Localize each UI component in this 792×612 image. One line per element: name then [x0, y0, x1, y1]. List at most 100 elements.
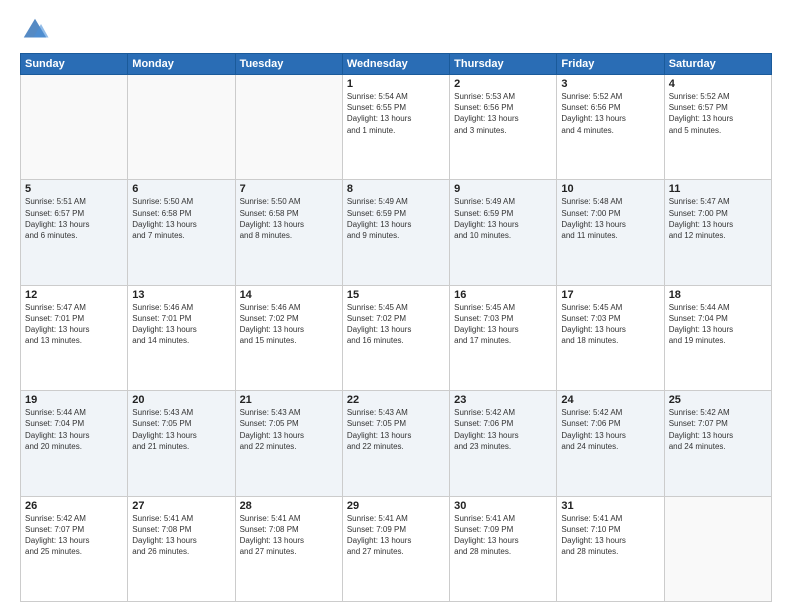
calendar-cell: 1Sunrise: 5:54 AM Sunset: 6:55 PM Daylig… [342, 75, 449, 180]
calendar-cell: 13Sunrise: 5:46 AM Sunset: 7:01 PM Dayli… [128, 285, 235, 390]
day-info: Sunrise: 5:52 AM Sunset: 6:57 PM Dayligh… [669, 91, 767, 136]
day-info: Sunrise: 5:47 AM Sunset: 7:01 PM Dayligh… [25, 302, 123, 347]
calendar-week-3: 12Sunrise: 5:47 AM Sunset: 7:01 PM Dayli… [21, 285, 772, 390]
logo-icon [20, 15, 50, 45]
calendar-cell: 23Sunrise: 5:42 AM Sunset: 7:06 PM Dayli… [450, 391, 557, 496]
day-number: 12 [25, 289, 123, 301]
day-number: 16 [454, 289, 552, 301]
day-info: Sunrise: 5:43 AM Sunset: 7:05 PM Dayligh… [347, 407, 445, 452]
calendar-week-2: 5Sunrise: 5:51 AM Sunset: 6:57 PM Daylig… [21, 180, 772, 285]
day-number: 27 [132, 500, 230, 512]
day-number: 11 [669, 183, 767, 195]
day-number: 29 [347, 500, 445, 512]
calendar-cell: 28Sunrise: 5:41 AM Sunset: 7:08 PM Dayli… [235, 496, 342, 601]
calendar-cell: 30Sunrise: 5:41 AM Sunset: 7:09 PM Dayli… [450, 496, 557, 601]
day-info: Sunrise: 5:45 AM Sunset: 7:03 PM Dayligh… [561, 302, 659, 347]
day-info: Sunrise: 5:45 AM Sunset: 7:02 PM Dayligh… [347, 302, 445, 347]
calendar-cell: 11Sunrise: 5:47 AM Sunset: 7:00 PM Dayli… [664, 180, 771, 285]
calendar-cell: 2Sunrise: 5:53 AM Sunset: 6:56 PM Daylig… [450, 75, 557, 180]
day-number: 20 [132, 394, 230, 406]
header [20, 15, 772, 45]
day-number: 1 [347, 78, 445, 90]
day-number: 3 [561, 78, 659, 90]
calendar-header-row: SundayMondayTuesdayWednesdayThursdayFrid… [21, 54, 772, 75]
day-info: Sunrise: 5:46 AM Sunset: 7:02 PM Dayligh… [240, 302, 338, 347]
calendar-week-5: 26Sunrise: 5:42 AM Sunset: 7:07 PM Dayli… [21, 496, 772, 601]
day-number: 30 [454, 500, 552, 512]
calendar-cell: 25Sunrise: 5:42 AM Sunset: 7:07 PM Dayli… [664, 391, 771, 496]
calendar-cell: 24Sunrise: 5:42 AM Sunset: 7:06 PM Dayli… [557, 391, 664, 496]
day-info: Sunrise: 5:41 AM Sunset: 7:10 PM Dayligh… [561, 513, 659, 558]
calendar-cell: 16Sunrise: 5:45 AM Sunset: 7:03 PM Dayli… [450, 285, 557, 390]
day-header-sunday: Sunday [21, 54, 128, 75]
calendar-cell: 18Sunrise: 5:44 AM Sunset: 7:04 PM Dayli… [664, 285, 771, 390]
day-header-monday: Monday [128, 54, 235, 75]
calendar-cell: 14Sunrise: 5:46 AM Sunset: 7:02 PM Dayli… [235, 285, 342, 390]
day-info: Sunrise: 5:42 AM Sunset: 7:06 PM Dayligh… [454, 407, 552, 452]
calendar-cell: 7Sunrise: 5:50 AM Sunset: 6:58 PM Daylig… [235, 180, 342, 285]
calendar-cell [235, 75, 342, 180]
day-number: 21 [240, 394, 338, 406]
calendar-cell [21, 75, 128, 180]
day-info: Sunrise: 5:41 AM Sunset: 7:09 PM Dayligh… [347, 513, 445, 558]
day-info: Sunrise: 5:50 AM Sunset: 6:58 PM Dayligh… [132, 196, 230, 241]
day-info: Sunrise: 5:42 AM Sunset: 7:07 PM Dayligh… [669, 407, 767, 452]
day-header-saturday: Saturday [664, 54, 771, 75]
calendar-week-1: 1Sunrise: 5:54 AM Sunset: 6:55 PM Daylig… [21, 75, 772, 180]
day-header-tuesday: Tuesday [235, 54, 342, 75]
day-number: 7 [240, 183, 338, 195]
day-info: Sunrise: 5:54 AM Sunset: 6:55 PM Dayligh… [347, 91, 445, 136]
day-info: Sunrise: 5:41 AM Sunset: 7:08 PM Dayligh… [240, 513, 338, 558]
day-info: Sunrise: 5:41 AM Sunset: 7:08 PM Dayligh… [132, 513, 230, 558]
day-number: 25 [669, 394, 767, 406]
day-info: Sunrise: 5:42 AM Sunset: 7:07 PM Dayligh… [25, 513, 123, 558]
calendar-cell: 19Sunrise: 5:44 AM Sunset: 7:04 PM Dayli… [21, 391, 128, 496]
day-number: 4 [669, 78, 767, 90]
day-number: 28 [240, 500, 338, 512]
day-number: 18 [669, 289, 767, 301]
calendar-cell: 8Sunrise: 5:49 AM Sunset: 6:59 PM Daylig… [342, 180, 449, 285]
day-info: Sunrise: 5:49 AM Sunset: 6:59 PM Dayligh… [454, 196, 552, 241]
day-info: Sunrise: 5:47 AM Sunset: 7:00 PM Dayligh… [669, 196, 767, 241]
calendar-week-4: 19Sunrise: 5:44 AM Sunset: 7:04 PM Dayli… [21, 391, 772, 496]
calendar-cell: 3Sunrise: 5:52 AM Sunset: 6:56 PM Daylig… [557, 75, 664, 180]
calendar-cell: 9Sunrise: 5:49 AM Sunset: 6:59 PM Daylig… [450, 180, 557, 285]
day-number: 6 [132, 183, 230, 195]
day-info: Sunrise: 5:43 AM Sunset: 7:05 PM Dayligh… [240, 407, 338, 452]
day-number: 15 [347, 289, 445, 301]
calendar-cell: 12Sunrise: 5:47 AM Sunset: 7:01 PM Dayli… [21, 285, 128, 390]
day-number: 19 [25, 394, 123, 406]
day-number: 8 [347, 183, 445, 195]
calendar-cell [128, 75, 235, 180]
day-info: Sunrise: 5:41 AM Sunset: 7:09 PM Dayligh… [454, 513, 552, 558]
day-number: 22 [347, 394, 445, 406]
day-info: Sunrise: 5:53 AM Sunset: 6:56 PM Dayligh… [454, 91, 552, 136]
day-number: 10 [561, 183, 659, 195]
day-number: 17 [561, 289, 659, 301]
logo [20, 15, 54, 45]
calendar-cell: 21Sunrise: 5:43 AM Sunset: 7:05 PM Dayli… [235, 391, 342, 496]
day-info: Sunrise: 5:50 AM Sunset: 6:58 PM Dayligh… [240, 196, 338, 241]
calendar-cell: 20Sunrise: 5:43 AM Sunset: 7:05 PM Dayli… [128, 391, 235, 496]
day-info: Sunrise: 5:42 AM Sunset: 7:06 PM Dayligh… [561, 407, 659, 452]
day-header-friday: Friday [557, 54, 664, 75]
day-info: Sunrise: 5:44 AM Sunset: 7:04 PM Dayligh… [25, 407, 123, 452]
day-number: 26 [25, 500, 123, 512]
page: SundayMondayTuesdayWednesdayThursdayFrid… [0, 0, 792, 612]
day-header-wednesday: Wednesday [342, 54, 449, 75]
day-info: Sunrise: 5:51 AM Sunset: 6:57 PM Dayligh… [25, 196, 123, 241]
day-info: Sunrise: 5:46 AM Sunset: 7:01 PM Dayligh… [132, 302, 230, 347]
calendar-cell: 29Sunrise: 5:41 AM Sunset: 7:09 PM Dayli… [342, 496, 449, 601]
day-info: Sunrise: 5:48 AM Sunset: 7:00 PM Dayligh… [561, 196, 659, 241]
day-number: 5 [25, 183, 123, 195]
calendar-cell: 22Sunrise: 5:43 AM Sunset: 7:05 PM Dayli… [342, 391, 449, 496]
day-info: Sunrise: 5:49 AM Sunset: 6:59 PM Dayligh… [347, 196, 445, 241]
calendar-cell [664, 496, 771, 601]
calendar-cell: 4Sunrise: 5:52 AM Sunset: 6:57 PM Daylig… [664, 75, 771, 180]
day-number: 13 [132, 289, 230, 301]
day-number: 9 [454, 183, 552, 195]
calendar-cell: 6Sunrise: 5:50 AM Sunset: 6:58 PM Daylig… [128, 180, 235, 285]
day-number: 2 [454, 78, 552, 90]
day-number: 23 [454, 394, 552, 406]
day-header-thursday: Thursday [450, 54, 557, 75]
